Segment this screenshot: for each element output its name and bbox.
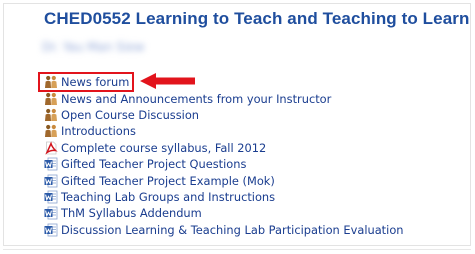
resource-link[interactable]: Gifted Teacher Project Example (Mok) xyxy=(61,174,275,188)
word-doc-icon xyxy=(43,190,58,204)
resource-link[interactable]: Teaching Lab Groups and Instructions xyxy=(61,190,275,204)
resource-item-thm-syllabus-addendum[interactable]: ThM Syllabus Addendum xyxy=(43,205,404,221)
highlight-box xyxy=(38,72,134,92)
resource-item-gifted-teacher-questions[interactable]: Gifted Teacher Project Questions xyxy=(43,156,404,172)
forum-icon xyxy=(43,124,58,138)
resource-item-discussion-evaluation[interactable]: Discussion Learning & Teaching Lab Parti… xyxy=(43,222,404,238)
resource-link[interactable]: Complete course syllabus, Fall 2012 xyxy=(61,141,266,155)
resource-link[interactable]: Discussion Learning & Teaching Lab Parti… xyxy=(61,223,404,237)
resource-item-teaching-lab-groups[interactable]: Teaching Lab Groups and Instructions xyxy=(43,189,404,205)
resource-list: News forum News and Announcements from y… xyxy=(43,74,404,238)
instructor-name[interactable]: Dr. Yau Man Siew xyxy=(42,40,144,54)
resource-link[interactable]: Gifted Teacher Project Questions xyxy=(61,157,246,171)
resource-item-gifted-teacher-example[interactable]: Gifted Teacher Project Example (Mok) xyxy=(43,172,404,188)
word-doc-icon xyxy=(43,223,58,237)
resource-item-open-course-discussion[interactable]: Open Course Discussion xyxy=(43,107,404,123)
resource-link[interactable]: Open Course Discussion xyxy=(61,108,199,122)
word-doc-icon xyxy=(43,157,58,171)
forum-icon xyxy=(43,92,58,106)
resource-item-course-syllabus[interactable]: Complete course syllabus, Fall 2012 xyxy=(43,140,404,156)
course-title: CHED0552 Learning to Teach and Teaching … xyxy=(44,9,470,28)
resource-item-news-announcements[interactable]: News and Announcements from your Instruc… xyxy=(43,90,404,106)
resource-link[interactable]: News and Announcements from your Instruc… xyxy=(61,92,331,106)
divider xyxy=(3,249,471,250)
resource-link[interactable]: Introductions xyxy=(61,124,136,138)
resource-item-introductions[interactable]: Introductions xyxy=(43,123,404,139)
pointer-arrow-icon xyxy=(140,73,195,89)
forum-icon xyxy=(43,108,58,122)
resource-link[interactable]: ThM Syllabus Addendum xyxy=(61,206,202,220)
pdf-icon xyxy=(43,141,58,155)
word-doc-icon xyxy=(43,174,58,188)
word-doc-icon xyxy=(43,206,58,220)
